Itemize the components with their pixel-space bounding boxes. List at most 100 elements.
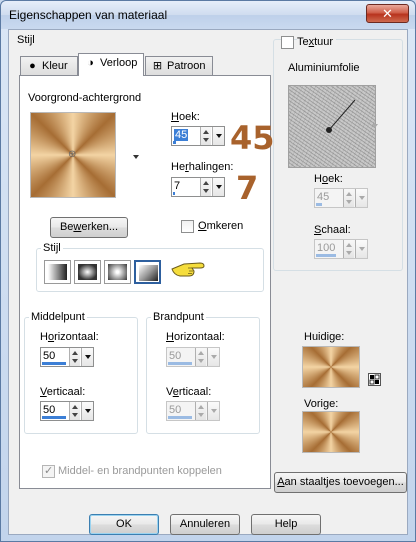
linear-style-button[interactable]: [44, 260, 71, 284]
angle-annotation: 45: [230, 119, 275, 157]
focal-horizontal-label: Horizontaal:: [166, 331, 225, 343]
close-icon: ✕: [382, 6, 393, 21]
texture-angle-spinbox[interactable]: 45: [314, 188, 368, 208]
repeats-dropdown-button[interactable]: [212, 178, 224, 196]
crosshair-icon: ⊕: [68, 149, 77, 160]
tab-patroon[interactable]: ⊞ Patroon: [145, 56, 213, 76]
repeats-spin-buttons[interactable]: [200, 178, 211, 196]
center-vertical-bar: [42, 416, 66, 419]
link-points-checkbox[interactable]: [42, 464, 55, 478]
focal-vertical-dropdown-button[interactable]: [207, 402, 219, 420]
circle-icon: ●: [29, 60, 36, 72]
tab-verloop[interactable]: ◑ Verloop: [78, 53, 144, 76]
center-vertical-spinbox[interactable]: 50: [40, 401, 94, 421]
angle-level-bar: [173, 141, 176, 144]
previous-label: Vorige:: [304, 398, 339, 410]
focal-vertical-label: Verticaal:: [166, 386, 212, 398]
center-horizontal-spin-buttons[interactable]: [69, 348, 80, 366]
previous-material-swatch[interactable]: [302, 411, 360, 453]
texture-angle-spin-buttons[interactable]: [343, 189, 354, 207]
repeats-annotation: 7: [236, 169, 259, 207]
texture-pattern-icon: [326, 99, 356, 133]
center-horizontal-value: 50: [43, 350, 56, 362]
center-horizontal-dropdown-button[interactable]: [81, 348, 93, 366]
focal-horizontal-dropdown-button[interactable]: [207, 348, 219, 366]
help-button[interactable]: Help: [251, 514, 321, 535]
repeats-value: 7: [174, 180, 181, 192]
focal-vertical-bar: [168, 416, 192, 419]
texture-checkbox[interactable]: [281, 36, 294, 49]
repeats-label: Herhalingen:: [171, 161, 234, 173]
focal-horizontal-spinbox[interactable]: 50: [166, 347, 220, 367]
center-horizontal-label: Horizontaal:: [40, 331, 99, 343]
angle-spinbox[interactable]: 45: [171, 126, 225, 146]
cancel-button-label: Annuleren: [179, 518, 231, 530]
texture-scale-dropdown-button[interactable]: [355, 240, 367, 258]
radial-style-button[interactable]: [134, 260, 161, 284]
current-material-swatch: [302, 346, 360, 388]
half-circle-icon: ◑: [87, 57, 94, 69]
texture-scale-spinbox[interactable]: 100: [314, 239, 368, 259]
angle-dropdown-button[interactable]: [212, 127, 224, 145]
gradient-preview[interactable]: ⊕: [30, 112, 116, 198]
tab-verloop-label: Verloop: [100, 57, 138, 69]
focal-vertical-spinbox[interactable]: 50: [166, 401, 220, 421]
texture-angle-bar: [316, 203, 322, 206]
sunburst-style-button[interactable]: [104, 260, 131, 284]
title-bar[interactable]: Eigenschappen van materiaal ✕: [1, 1, 415, 29]
tab-patroon-label: Patroon: [167, 60, 206, 72]
ok-button[interactable]: OK: [89, 514, 159, 535]
focal-point-label: Brandpunt: [153, 311, 204, 323]
center-vertical-dropdown-button[interactable]: [81, 402, 93, 420]
repeats-level-bar: [173, 192, 175, 195]
texture-preview[interactable]: [288, 85, 376, 168]
invert-label: Omkeren: [198, 220, 244, 232]
focal-vertical-spin-buttons[interactable]: [195, 402, 206, 420]
texture-angle-value: 45: [317, 191, 330, 203]
texture-scale-spin-buttons[interactable]: [343, 240, 354, 258]
swap-colors-button[interactable]: [368, 373, 381, 386]
gradient-dropdown-arrow[interactable]: [133, 155, 139, 159]
focal-vertical-value: 50: [169, 404, 182, 416]
tab-kleur[interactable]: ● Kleur: [20, 56, 78, 76]
ok-button-label: OK: [116, 518, 132, 530]
center-horizontal-bar: [42, 362, 66, 365]
center-vertical-label: Verticaal:: [40, 386, 86, 398]
rectangular-style-button[interactable]: [74, 260, 101, 284]
rectangular-gradient-style-icon: [78, 264, 97, 280]
center-horizontal-spinbox[interactable]: 50: [40, 347, 94, 367]
material-properties-dialog: Eigenschappen van materiaal ✕ Stijl ● Kle…: [0, 0, 416, 542]
texture-dropdown-arrow[interactable]: [372, 124, 378, 128]
gradient-style-label: Stijl: [43, 242, 61, 254]
texture-scale-value: 100: [317, 242, 336, 254]
pattern-icon: ⊞: [152, 60, 163, 72]
add-to-swatches-button[interactable]: Aan staaltjes toevoegen...: [274, 472, 407, 493]
focal-horizontal-spin-buttons[interactable]: [195, 348, 206, 366]
center-vertical-spin-buttons[interactable]: [69, 402, 80, 420]
texture-name: Aluminiumfolie: [288, 62, 360, 74]
center-point-label: Middelpunt: [31, 311, 85, 323]
center-vertical-value: 50: [43, 404, 56, 416]
gradient-style-buttons: [44, 260, 164, 284]
sunburst-gradient-style-icon: [108, 264, 127, 280]
window-title: Eigenschappen van materiaal: [9, 8, 168, 22]
repeats-spinbox[interactable]: 7: [171, 177, 225, 197]
texture-scale-bar: [316, 254, 336, 257]
texture-angle-label: Hoek:: [314, 173, 343, 185]
focal-horizontal-bar: [168, 362, 192, 365]
help-button-label: Help: [274, 518, 298, 530]
edit-gradient-button[interactable]: Bewerken...: [50, 217, 128, 238]
close-button[interactable]: ✕: [366, 4, 409, 23]
pointing-hand-icon: [171, 262, 205, 277]
style-section-label: Stijl: [17, 34, 35, 46]
radial-gradient-style-icon: [139, 265, 158, 281]
edit-gradient-button-label: Bewerken...: [59, 221, 119, 233]
angle-spin-buttons[interactable]: [200, 127, 211, 145]
invert-checkbox[interactable]: [181, 220, 194, 233]
cancel-button[interactable]: Annuleren: [170, 514, 240, 535]
linear-gradient-style-icon: [48, 264, 67, 280]
texture-angle-dropdown-button[interactable]: [355, 189, 367, 207]
tab-kleur-label: Kleur: [42, 60, 68, 72]
texture-scale-label: Schaal:: [314, 224, 351, 236]
focal-horizontal-value: 50: [169, 350, 182, 362]
